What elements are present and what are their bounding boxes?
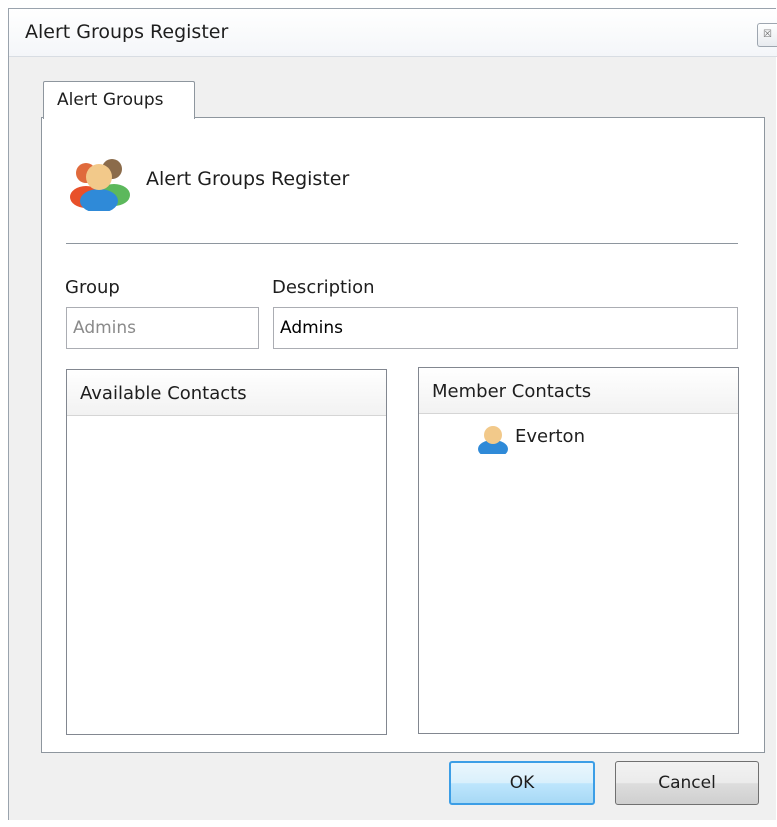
close-icon: ☒ <box>763 29 772 40</box>
available-contacts-header[interactable]: Available Contacts <box>67 370 386 416</box>
member-contacts-list[interactable]: Member Contacts Everton <box>418 367 739 734</box>
member-contacts-header[interactable]: Member Contacts <box>419 368 738 414</box>
tab-alert-groups[interactable]: Alert Groups <box>43 81 195 119</box>
description-label: Description <box>272 277 375 298</box>
users-group-icon <box>70 159 130 211</box>
cancel-button[interactable]: Cancel <box>615 761 759 805</box>
available-contacts-list[interactable]: Available Contacts <box>66 369 387 735</box>
title-bar[interactable]: Alert Groups Register ☒ <box>9 9 777 57</box>
separator <box>66 243 738 244</box>
description-input[interactable] <box>273 307 738 349</box>
dialog-window: Alert Groups Register ☒ Alert Groups Ale… <box>8 8 777 820</box>
header-title: Alert Groups Register <box>146 168 350 190</box>
tab-label: Alert Groups <box>57 90 164 110</box>
ok-button[interactable]: OK <box>449 761 595 805</box>
user-icon <box>478 426 508 454</box>
close-button[interactable]: ☒ <box>757 23 777 47</box>
window-title: Alert Groups Register <box>25 21 229 43</box>
group-input[interactable] <box>66 307 259 349</box>
list-item[interactable]: Everton <box>477 423 627 454</box>
tab-panel-alert-groups: Alert Groups Register Group Description … <box>41 117 765 753</box>
group-label: Group <box>65 277 120 298</box>
contact-name: Everton <box>515 426 585 447</box>
